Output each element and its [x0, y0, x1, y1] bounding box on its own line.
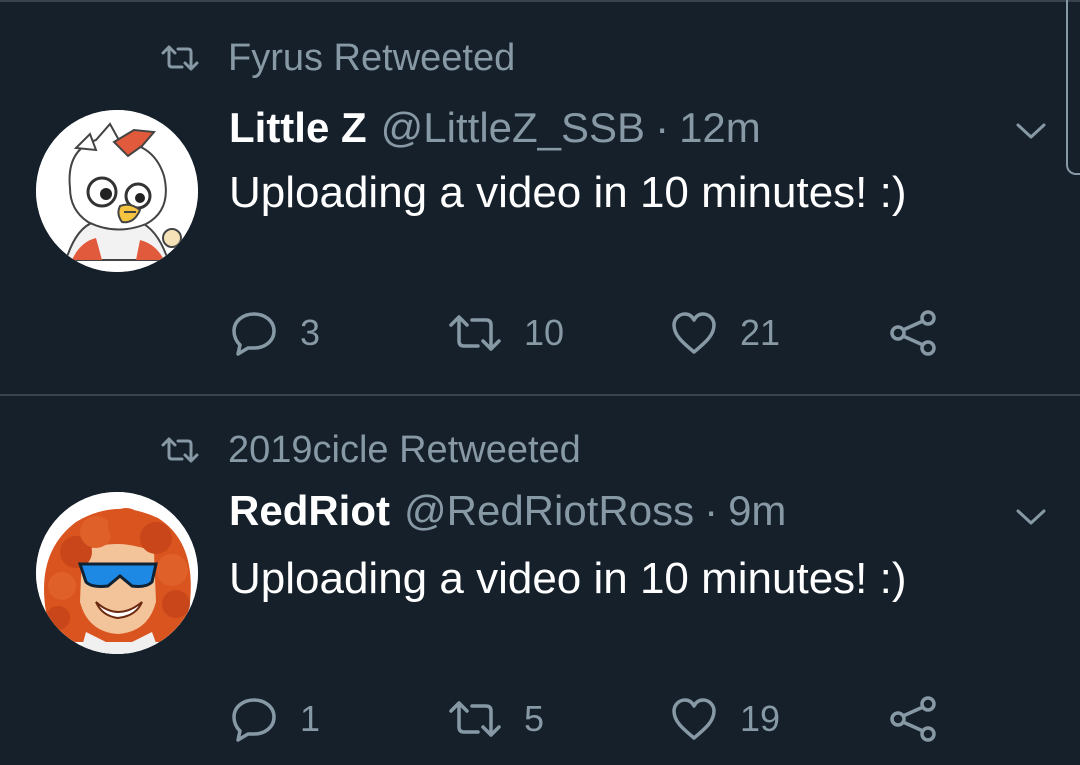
- separator-dot: ·: [704, 487, 719, 534]
- share-icon: [890, 696, 936, 742]
- tweet-actions: 1 5 19: [0, 694, 1080, 744]
- retweet-context: Fyrus Retweeted: [160, 36, 515, 80]
- like-count: 21: [740, 312, 781, 353]
- tweet-text: Uploading a video in 10 minutes! :): [229, 168, 907, 217]
- display-name[interactable]: RedRiot: [229, 487, 390, 535]
- tweet-actions: 3 10 21: [0, 308, 1080, 358]
- retweet-icon: [449, 315, 501, 351]
- timeline: Fyrus Retweeted Little Z @LittleZ_SSB · …: [0, 0, 1080, 765]
- user-handle[interactable]: @RedRiotRoss: [404, 487, 694, 535]
- retweet-button[interactable]: 5: [448, 694, 544, 744]
- reply-icon: [232, 312, 276, 356]
- reply-button[interactable]: 1: [230, 694, 320, 744]
- retweet-icon: [161, 437, 199, 463]
- separator-dot: ·: [655, 104, 670, 151]
- avatar[interactable]: [36, 110, 198, 272]
- chevron-down-icon[interactable]: [1014, 506, 1048, 528]
- share-button[interactable]: [888, 694, 938, 744]
- retweet-icon: [161, 45, 199, 71]
- display-name[interactable]: Little Z: [229, 104, 367, 152]
- red-hair-sunglasses-avatar-icon: [36, 492, 198, 654]
- like-button[interactable]: 21: [670, 308, 780, 358]
- retweet-icon: [449, 701, 501, 737]
- reply-button[interactable]: 3: [230, 308, 320, 358]
- heart-icon: [672, 698, 716, 740]
- like-count: 19: [740, 698, 781, 739]
- reply-icon: [232, 698, 276, 742]
- tweet-text: Uploading a video in 10 minutes! :): [229, 554, 907, 603]
- retweet-count: 10: [524, 312, 565, 353]
- retweet-button[interactable]: 10: [448, 308, 564, 358]
- heart-icon: [672, 312, 716, 354]
- reply-count: 3: [300, 312, 321, 353]
- user-handle[interactable]: @LittleZ_SSB: [381, 104, 645, 152]
- tweet-header: RedRiot @RedRiotRoss · 9m: [229, 487, 786, 541]
- share-button[interactable]: [888, 308, 938, 358]
- chevron-down-icon[interactable]: [1014, 120, 1048, 142]
- tweet[interactable]: 2019cicle Retweeted RedRiot @RedRiotRoss…: [0, 396, 1080, 765]
- retweeted-by-label[interactable]: 2019cicle Retweeted: [228, 429, 581, 472]
- tweet-header: Little Z @LittleZ_SSB · 12m: [229, 104, 761, 158]
- timestamp[interactable]: 12m: [679, 104, 761, 152]
- retweet-context: 2019cicle Retweeted: [160, 428, 581, 472]
- timestamp[interactable]: 9m: [728, 487, 786, 535]
- reply-count: 1: [300, 698, 321, 739]
- tweet[interactable]: Fyrus Retweeted Little Z @LittleZ_SSB · …: [0, 0, 1080, 394]
- owl-bird-avatar-icon: [36, 110, 198, 272]
- retweeted-by-label[interactable]: Fyrus Retweeted: [228, 37, 515, 80]
- retweet-count: 5: [524, 698, 545, 739]
- avatar[interactable]: [36, 492, 198, 654]
- share-icon: [890, 310, 936, 356]
- like-button[interactable]: 19: [670, 694, 780, 744]
